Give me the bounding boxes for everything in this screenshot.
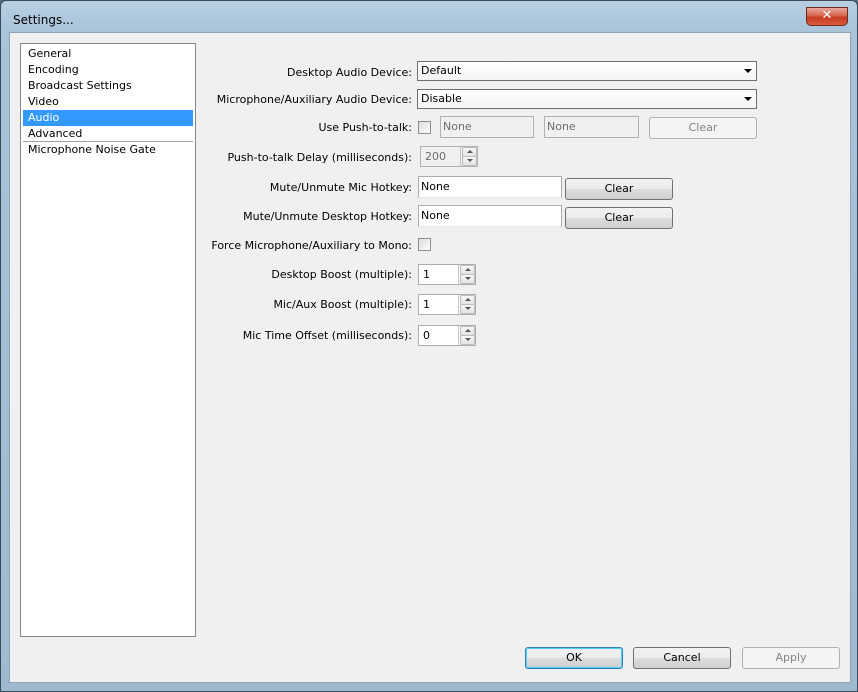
- mic-time-offset-value: 0: [423, 329, 430, 342]
- mute-mic-hotkey-label: Mute/Unmute Mic Hotkey:: [269, 181, 412, 194]
- mic-audio-device-label: Microphone/Auxiliary Audio Device:: [216, 93, 412, 106]
- cancel-button[interactable]: Cancel: [633, 647, 731, 669]
- sidebar-item-microphone-noise-gate[interactable]: Microphone Noise Gate: [23, 142, 193, 158]
- chevron-down-icon: [744, 97, 752, 101]
- sidebar-item-audio[interactable]: Audio: [23, 110, 193, 126]
- force-mono-label: Force Microphone/Auxiliary to Mono:: [211, 239, 412, 252]
- desktop-audio-device-label: Desktop Audio Device:: [287, 66, 412, 79]
- spin-down-icon[interactable]: [460, 335, 475, 345]
- ptt-delay-spinner[interactable]: 200: [420, 146, 478, 167]
- desktop-boost-label: Desktop Boost (multiple):: [271, 268, 412, 281]
- desktop-audio-device-select[interactable]: Default: [417, 61, 757, 81]
- dialog-client-area: General Encoding Broadcast Settings Vide…: [9, 32, 851, 683]
- mute-desktop-clear-button[interactable]: Clear: [565, 207, 673, 229]
- sidebar-item-encoding[interactable]: Encoding: [23, 62, 193, 78]
- desktop-boost-spinner[interactable]: 1: [418, 264, 476, 285]
- push-to-talk-clear-button[interactable]: Clear: [649, 117, 757, 139]
- spinner-arrows[interactable]: [458, 265, 475, 284]
- sidebar-item-general[interactable]: General: [23, 46, 193, 62]
- ptt-delay-label: Push-to-talk Delay (milliseconds):: [227, 151, 412, 164]
- settings-window: Settings... ✕ General Encoding Broadcast…: [0, 0, 858, 692]
- spin-down-icon[interactable]: [462, 156, 477, 166]
- close-button[interactable]: ✕: [806, 7, 848, 26]
- mic-boost-label: Mic/Aux Boost (multiple):: [273, 298, 412, 311]
- apply-button[interactable]: Apply: [742, 647, 840, 669]
- mic-boost-value: 1: [423, 298, 430, 311]
- spinner-arrows[interactable]: [458, 295, 475, 314]
- settings-category-list: General Encoding Broadcast Settings Vide…: [20, 43, 196, 637]
- ptt-delay-value: 200: [425, 150, 446, 163]
- spin-down-icon[interactable]: [460, 274, 475, 284]
- mute-mic-hotkey-field[interactable]: None: [418, 176, 562, 198]
- spinner-arrows[interactable]: [458, 326, 475, 345]
- window-title: Settings...: [13, 13, 74, 27]
- chevron-down-icon: [744, 69, 752, 73]
- spinner-arrows[interactable]: [460, 147, 477, 166]
- spin-down-icon[interactable]: [460, 304, 475, 314]
- sidebar-item-broadcast-settings[interactable]: Broadcast Settings: [23, 78, 193, 94]
- desktop-boost-value: 1: [423, 268, 430, 281]
- mic-audio-device-select[interactable]: Disable: [417, 89, 757, 109]
- push-to-talk-hotkey-1[interactable]: None: [440, 116, 534, 138]
- mute-mic-clear-button[interactable]: Clear: [565, 178, 673, 200]
- sidebar-item-advanced[interactable]: Advanced: [23, 126, 193, 142]
- push-to-talk-checkbox[interactable]: [418, 121, 431, 134]
- mute-desktop-hotkey-field[interactable]: None: [418, 205, 562, 227]
- mic-time-offset-spinner[interactable]: 0: [418, 325, 476, 346]
- mic-time-offset-label: Mic Time Offset (milliseconds):: [242, 329, 412, 342]
- close-icon: ✕: [821, 8, 833, 23]
- push-to-talk-label: Use Push-to-talk:: [318, 121, 412, 134]
- mic-boost-spinner[interactable]: 1: [418, 294, 476, 315]
- mic-audio-device-value: Disable: [421, 92, 462, 105]
- ok-button[interactable]: OK: [525, 647, 623, 669]
- mute-desktop-hotkey-label: Mute/Unmute Desktop Hotkey:: [243, 210, 412, 223]
- sidebar-item-video[interactable]: Video: [23, 94, 193, 110]
- desktop-audio-device-value: Default: [421, 64, 462, 77]
- push-to-talk-hotkey-2[interactable]: None: [544, 116, 639, 138]
- force-mono-checkbox[interactable]: [418, 238, 431, 251]
